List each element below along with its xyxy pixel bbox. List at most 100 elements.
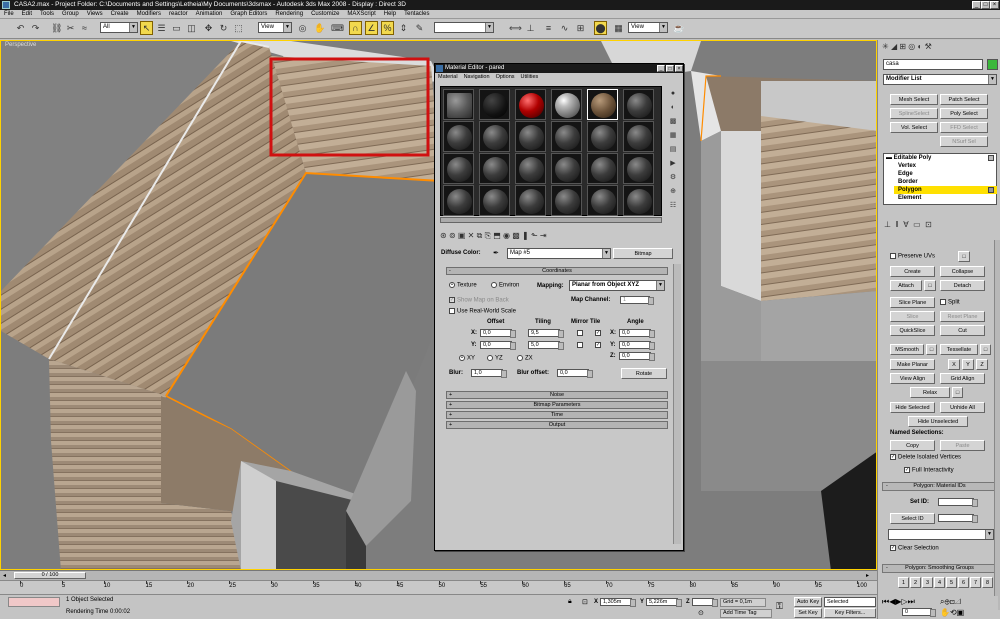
menu-animation[interactable]: Animation bbox=[192, 10, 227, 19]
map-name-field[interactable]: Map #5 ▼ bbox=[507, 248, 611, 259]
make-unique-icon[interactable]: ∀ bbox=[903, 220, 908, 229]
coordinates-rollout-header[interactable]: - Coordinates bbox=[446, 267, 668, 275]
view-align-button[interactable]: View Align bbox=[890, 373, 935, 384]
sample-slot[interactable] bbox=[443, 185, 474, 216]
menu-views[interactable]: Views bbox=[83, 10, 107, 19]
grid-align-button[interactable]: Grid Align bbox=[940, 373, 985, 384]
angle-w-spinner[interactable]: 0,0 bbox=[619, 352, 655, 361]
map-channel-spinner[interactable]: 1 bbox=[620, 296, 654, 305]
reset-map-icon[interactable]: ✕ bbox=[468, 231, 475, 240]
stack-item-polygon[interactable]: Polygon bbox=[894, 186, 997, 194]
sample-slot[interactable] bbox=[587, 153, 618, 184]
show-map-in-viewport-icon[interactable]: ▩ bbox=[512, 231, 520, 240]
next-frame-icon[interactable]: ▸ bbox=[866, 572, 874, 579]
pick-material-icon[interactable]: ✒ bbox=[493, 249, 503, 258]
current-frame-field[interactable]: 0 bbox=[902, 608, 936, 617]
percent-snap-icon[interactable]: % bbox=[381, 21, 394, 35]
slice-button[interactable]: Slice bbox=[890, 311, 935, 322]
mated-menu-material[interactable]: Material bbox=[435, 74, 461, 80]
spline-select-button[interactable]: SplineSelect bbox=[890, 108, 938, 119]
select-id-button[interactable]: Select ID bbox=[890, 513, 935, 524]
sample-slot[interactable] bbox=[623, 121, 654, 152]
options-icon[interactable]: ⚙ bbox=[667, 172, 679, 184]
menu-reactor[interactable]: reactor bbox=[165, 10, 192, 19]
redo-icon[interactable]: ↷ bbox=[29, 21, 42, 35]
stack-item-editable-poly[interactable]: ▬ Editable Poly bbox=[886, 155, 931, 161]
nsurf-sel-button[interactable]: NSurf Sel bbox=[940, 136, 988, 147]
vol-select-button[interactable]: Vol. Select bbox=[890, 122, 938, 133]
msmooth-settings-icon[interactable]: □ bbox=[926, 344, 937, 355]
pin-stack-icon[interactable]: ⊥ bbox=[884, 220, 891, 229]
select-manipulate-icon[interactable]: ✋ bbox=[313, 21, 326, 35]
angle-v-spinner[interactable]: 0,0 bbox=[619, 341, 655, 350]
modify-tab-icon[interactable]: ◢ bbox=[891, 42, 897, 51]
absolute-mode-icon[interactable]: ⊡ bbox=[582, 598, 588, 606]
tessellate-button[interactable]: Tessellate bbox=[940, 344, 978, 355]
go-to-parent-icon[interactable]: ⬑ bbox=[531, 231, 538, 240]
tiling-u-spinner[interactable]: 9,5 bbox=[528, 329, 564, 338]
maximize-icon[interactable]: □ bbox=[981, 1, 990, 9]
minimize-icon[interactable]: _ bbox=[972, 1, 981, 9]
mated-minimize-icon[interactable]: _ bbox=[657, 65, 665, 72]
planar-x-button[interactable]: X bbox=[948, 359, 960, 370]
material-effects-channel-icon[interactable]: ◉ bbox=[503, 231, 510, 240]
map-type-button[interactable]: Bitmap bbox=[613, 248, 673, 259]
smoothing-groups-rollout-header[interactable]: - Polygon: Smoothing Groups bbox=[882, 564, 997, 573]
rotate-button[interactable]: Rotate bbox=[621, 368, 667, 379]
schematic-view-icon[interactable]: ⊞ bbox=[574, 21, 587, 35]
sample-slot[interactable] bbox=[551, 89, 582, 120]
close-icon[interactable]: × bbox=[990, 1, 999, 9]
environ-radio[interactable]: Environ bbox=[491, 282, 519, 289]
quick-render-icon[interactable]: ☕ bbox=[672, 21, 685, 35]
remove-modifier-icon[interactable]: ▭ bbox=[913, 220, 921, 229]
sample-slot[interactable] bbox=[551, 153, 582, 184]
time-rollout-header[interactable]: + Time bbox=[446, 411, 668, 419]
material-editor-scrollbar[interactable] bbox=[673, 264, 681, 544]
delete-isolated-checkbox[interactable]: ✓ Delete Isolated Vertices bbox=[890, 454, 961, 461]
layer-manager-icon[interactable]: ≡ bbox=[542, 21, 555, 35]
menu-customize[interactable]: Customize bbox=[307, 10, 343, 19]
uv-tiling-icon[interactable]: ▦ bbox=[667, 130, 679, 142]
offset-v-spinner[interactable]: 0,0 bbox=[480, 341, 516, 350]
ffd-select-button[interactable]: FFD Select bbox=[940, 122, 988, 133]
field-of-view-icon[interactable]: ◿ bbox=[955, 597, 961, 606]
sample-slot[interactable] bbox=[479, 153, 510, 184]
unlink-icon[interactable]: ✂ bbox=[64, 21, 77, 35]
configure-sets-icon[interactable]: ⊡ bbox=[925, 220, 932, 229]
display-tab-icon[interactable]: ◐ bbox=[917, 42, 922, 51]
time-slider-track[interactable]: 0 / 100 ◂ ▸ bbox=[0, 570, 877, 580]
mirror-u-checkbox[interactable] bbox=[577, 330, 583, 336]
show-end-result-icon[interactable]: ❚ bbox=[522, 231, 529, 240]
command-panel-scrollbar[interactable] bbox=[994, 240, 1000, 610]
key-mode-dropdown[interactable]: Selected bbox=[824, 597, 876, 607]
blur-spinner[interactable]: 1,0 bbox=[471, 369, 507, 378]
mesh-select-button[interactable]: Mesh Select bbox=[890, 94, 938, 105]
material-editor-window[interactable]: Material Editor - pared _ □ × Material Na… bbox=[434, 63, 684, 551]
make-preview-icon[interactable]: ▶ bbox=[667, 158, 679, 170]
unhide-all-button[interactable]: Unhide All bbox=[940, 402, 985, 413]
smoothing-group-8[interactable]: 8 bbox=[982, 577, 993, 588]
mirror-icon[interactable]: ⟺ bbox=[508, 21, 522, 35]
sample-slot[interactable] bbox=[551, 185, 582, 216]
cut-button[interactable]: Cut bbox=[940, 325, 985, 336]
sample-slot[interactable] bbox=[479, 121, 510, 152]
pivot-center-icon[interactable]: ◎ bbox=[296, 21, 309, 35]
menu-tools[interactable]: Tools bbox=[36, 10, 58, 19]
go-to-end-icon[interactable]: ⏭︎ bbox=[908, 597, 915, 606]
copy-button[interactable]: Copy bbox=[890, 440, 935, 451]
poly-select-button[interactable]: Poly Select bbox=[940, 108, 988, 119]
menu-modifiers[interactable]: Modifiers bbox=[133, 10, 165, 19]
menu-file[interactable]: File bbox=[0, 10, 18, 19]
make-copy-icon[interactable]: ⧉ bbox=[477, 231, 483, 240]
offset-u-spinner[interactable]: 0,0 bbox=[480, 329, 516, 338]
mapping-dropdown[interactable]: Planar from Object XYZ ▼ bbox=[569, 280, 665, 291]
preserve-uvs-settings-icon[interactable]: □ bbox=[958, 251, 970, 262]
key-filters-button[interactable]: Key Filters... bbox=[824, 608, 876, 618]
set-id-spinner[interactable] bbox=[938, 498, 978, 507]
mated-menu-navigation[interactable]: Navigation bbox=[461, 74, 493, 80]
output-rollout-header[interactable]: + Output bbox=[446, 421, 668, 429]
bitmap-parameters-rollout-header[interactable]: + Bitmap Parameters bbox=[446, 401, 668, 409]
angle-snap-icon[interactable]: ∠ bbox=[365, 21, 378, 35]
sample-slot[interactable] bbox=[443, 89, 474, 120]
mated-menu-options[interactable]: Options bbox=[493, 74, 518, 80]
